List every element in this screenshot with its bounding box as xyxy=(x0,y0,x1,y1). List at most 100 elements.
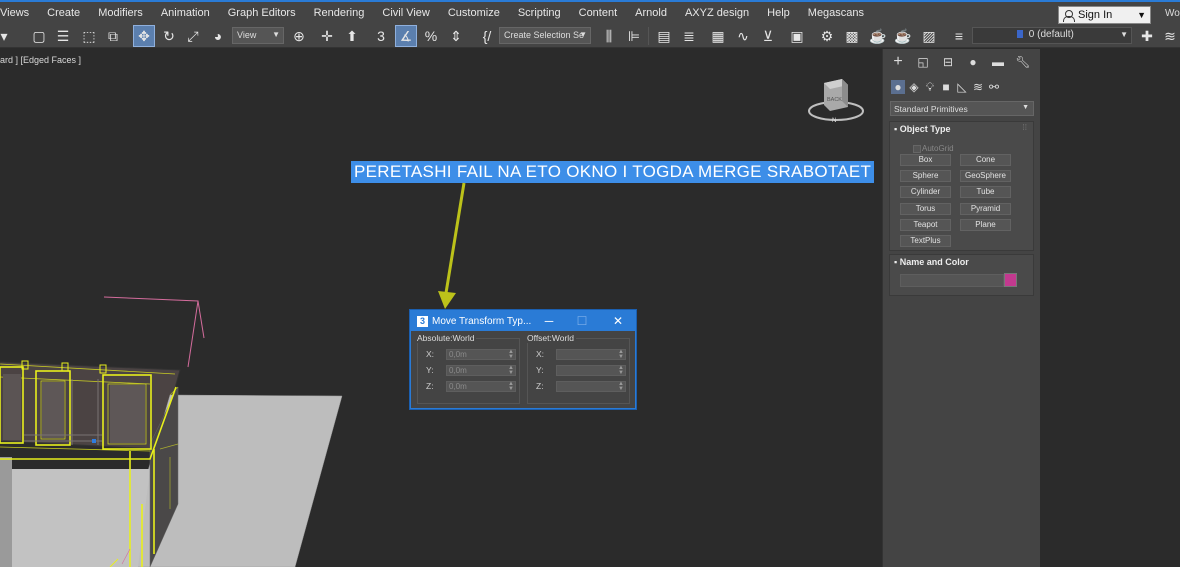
angle-snap-icon[interactable]: ∡ xyxy=(395,25,417,47)
lights-icon[interactable]: 💡︎ xyxy=(923,80,937,94)
layer-explorer-icon[interactable]: ≣ xyxy=(679,26,699,46)
snaps-toggle-icon[interactable]: 3 xyxy=(371,26,391,46)
current-layer-dropdown[interactable]: 0 (default) ▼ xyxy=(972,27,1132,44)
sphere-button[interactable]: Sphere xyxy=(900,170,951,182)
create-new-layer-icon[interactable]: ✚ xyxy=(1137,26,1157,46)
menu-arnold[interactable]: Arnold xyxy=(626,7,676,19)
pivot-center-icon[interactable]: ⊕ xyxy=(289,26,309,46)
object-name-field[interactable] xyxy=(900,274,1004,287)
cylinder-button[interactable]: Cylinder xyxy=(900,186,951,198)
menu-modifiers[interactable]: Modifiers xyxy=(89,7,152,19)
viewport-label[interactable]: ard ] [Edged Faces ] xyxy=(0,55,81,65)
utilities-tab-icon[interactable]: 🔧︎ xyxy=(1015,55,1030,69)
absolute-z-field[interactable]: 0,0m ▲ ▼ xyxy=(446,381,516,392)
offset-y-field[interactable]: ▲ ▼ xyxy=(556,365,626,376)
primitives-category-dropdown[interactable]: Standard Primitives ▼ xyxy=(890,101,1034,116)
textplus-button[interactable]: TextPlus xyxy=(900,235,951,247)
rendered-frame-window-icon[interactable]: ▩ xyxy=(842,26,862,46)
create-selection-set-dropdown[interactable]: Create Selection Se ▼ xyxy=(499,27,591,44)
geosphere-button[interactable]: GeoSphere xyxy=(960,170,1011,182)
select-and-scale-icon[interactable]: ⤢ xyxy=(183,26,203,46)
systems-icon[interactable]: ⚯ xyxy=(987,80,1001,94)
absolute-x-field[interactable]: 0,0m ▲ ▼ xyxy=(446,349,516,360)
workspace-label[interactable]: Wo xyxy=(1165,8,1180,19)
menu-rendering[interactable]: Rendering xyxy=(305,7,374,19)
modify-tab-icon[interactable]: ◱ xyxy=(916,55,930,69)
autogrid-checkbox[interactable]: AutoGrid xyxy=(913,144,954,153)
menu-civil-view[interactable]: Civil View xyxy=(373,7,438,19)
display-tab-icon[interactable]: ▬ xyxy=(991,55,1005,69)
toggle-ribbon-icon[interactable]: ▦ xyxy=(708,26,728,46)
spinner-icon[interactable]: ▲ ▼ xyxy=(508,381,514,392)
minimize-icon[interactable]: ─ xyxy=(541,313,557,329)
menu-create[interactable]: Create xyxy=(38,7,89,19)
viewcube-widget[interactable]: BACK N xyxy=(806,75,866,125)
select-and-rotate-icon[interactable]: ↻ xyxy=(159,26,179,46)
name-and-color-header[interactable]: ▪ Name and Color xyxy=(890,255,1033,269)
object-type-header[interactable]: ▪ Object Type ⁞⁞ xyxy=(890,122,1033,136)
plane-button[interactable]: Plane xyxy=(960,219,1011,231)
sign-in-dropdown[interactable]: Sign In ▼ xyxy=(1058,6,1151,24)
menu-customize[interactable]: Customize xyxy=(439,7,509,19)
select-by-name-icon[interactable]: ☰ xyxy=(53,26,73,46)
scene-explorer-icon[interactable]: ▤ xyxy=(654,26,674,46)
render-setup-icon[interactable]: ⚙ xyxy=(817,26,837,46)
create-tab-icon[interactable]: + xyxy=(891,53,905,70)
close-icon[interactable]: ✕ xyxy=(610,313,626,329)
maximize-icon[interactable]: ☐ xyxy=(574,313,590,329)
shapes-icon[interactable]: ◈ xyxy=(907,80,921,94)
spinner-icon[interactable]: ▲ ▼ xyxy=(508,349,514,360)
menu-animation[interactable]: Animation xyxy=(152,7,219,19)
reference-coordinate-dropdown[interactable]: View ▼ xyxy=(232,27,284,44)
select-manipulate-icon[interactable]: ✛ xyxy=(317,26,337,46)
select-and-move-icon[interactable]: ✥ xyxy=(133,25,155,47)
cone-button[interactable]: Cone xyxy=(960,154,1011,166)
spinner-icon[interactable]: ▲ ▼ xyxy=(618,365,624,376)
material-editor-icon[interactable]: ▣ xyxy=(787,26,807,46)
motion-tab-icon[interactable]: ● xyxy=(966,55,980,69)
menu-scripting[interactable]: Scripting xyxy=(509,7,570,19)
render-iterative-icon[interactable]: ☕ xyxy=(893,26,913,46)
offset-z-field[interactable]: ▲ ▼ xyxy=(556,381,626,392)
move-transform-type-in-dialog[interactable]: 3 Move Transform Typ... ─ ☐ ✕ Absolute:W… xyxy=(410,310,636,409)
cameras-icon[interactable]: ■ xyxy=(939,80,953,94)
menu-views[interactable]: Views xyxy=(0,7,38,19)
spinner-icon[interactable]: ▲ ▼ xyxy=(618,381,624,392)
object-color-swatch[interactable] xyxy=(1004,273,1017,287)
absolute-y-field[interactable]: 0,0m ▲ ▼ xyxy=(446,365,516,376)
named-selection-icon[interactable]: {/ xyxy=(477,26,497,46)
undo-dropdown-icon[interactable]: ▾ xyxy=(0,26,14,46)
space-warps-icon[interactable]: ≋ xyxy=(971,80,985,94)
render-activeshade-icon[interactable]: ▨ xyxy=(919,26,939,46)
tube-button[interactable]: Tube xyxy=(960,186,1011,198)
menu-axyz-design[interactable]: AXYZ design xyxy=(676,7,758,19)
mirror-icon[interactable]: ⫼ xyxy=(599,26,619,46)
percent-snap-icon[interactable]: % xyxy=(421,26,441,46)
hierarchy-tab-icon[interactable]: ⊟ xyxy=(941,55,955,69)
add-to-layer-icon[interactable]: ≋ xyxy=(1160,26,1180,46)
spinner-icon[interactable]: ▲ ▼ xyxy=(618,349,624,360)
box-button[interactable]: Box xyxy=(900,154,951,166)
select-object-icon[interactable]: ▢ xyxy=(29,26,49,46)
menu-help[interactable]: Help xyxy=(758,7,799,19)
keyboard-shortcut-override-icon[interactable]: ⬆ xyxy=(342,26,362,46)
menu-megascans[interactable]: Megascans xyxy=(799,7,873,19)
select-and-place-icon[interactable]: ◕ xyxy=(208,26,228,46)
layer-manager-icon[interactable]: ≡ xyxy=(949,26,969,46)
spinner-snap-icon[interactable]: ⇕ xyxy=(446,26,466,46)
torus-button[interactable]: Torus xyxy=(900,203,951,215)
menu-content[interactable]: Content xyxy=(570,7,627,19)
pyramid-button[interactable]: Pyramid xyxy=(960,203,1011,215)
spinner-icon[interactable]: ▲ ▼ xyxy=(508,365,514,376)
schematic-view-icon[interactable]: ⊻ xyxy=(758,26,778,46)
offset-x-field[interactable]: ▲ ▼ xyxy=(556,349,626,360)
helpers-icon[interactable]: ◺ xyxy=(955,80,969,94)
dialog-title-bar[interactable]: 3 Move Transform Typ... ─ ☐ ✕ xyxy=(411,311,635,331)
rectangular-selection-icon[interactable]: ⬚ xyxy=(79,26,99,46)
render-production-icon[interactable]: ☕ xyxy=(868,26,888,46)
viewport-perspective[interactable]: ard ] [Edged Faces ] BACK N PERETASHI FA… xyxy=(0,49,882,567)
geometry-icon[interactable]: ● xyxy=(891,80,905,94)
curve-editor-icon[interactable]: ∿ xyxy=(733,26,753,46)
teapot-button[interactable]: Teapot xyxy=(900,219,951,231)
align-icon[interactable]: ⊫ xyxy=(624,26,644,46)
